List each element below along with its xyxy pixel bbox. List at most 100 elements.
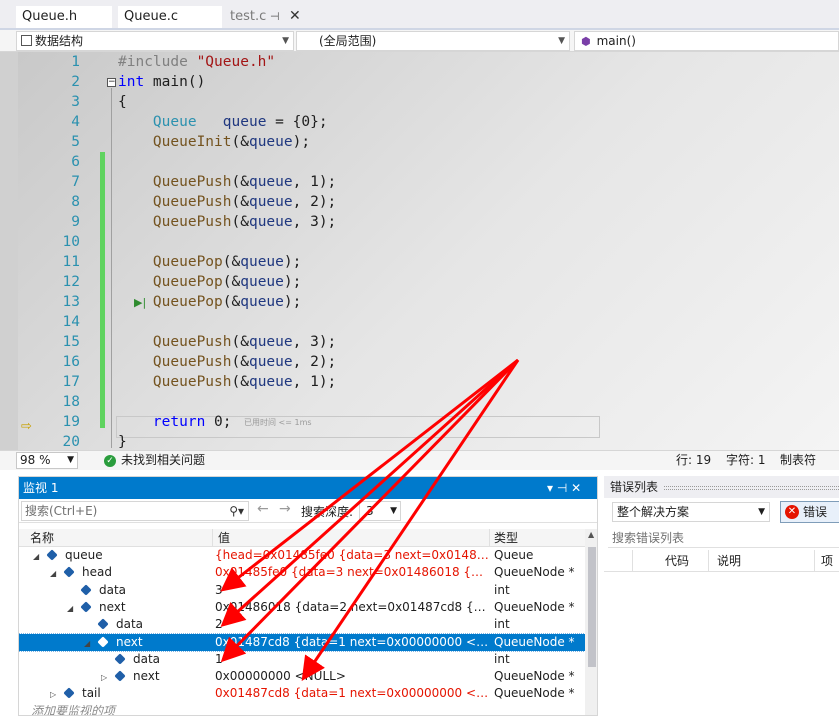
tab-queue-c[interactable]: Queue.c xyxy=(118,6,222,28)
project-icon xyxy=(21,35,32,46)
project-dropdown[interactable]: 数据结构 ▼ xyxy=(16,31,294,51)
forward-arrow-icon[interactable]: → xyxy=(279,501,291,517)
scrollbar-thumb[interactable] xyxy=(588,547,596,667)
tab-test-c[interactable]: test.c xyxy=(224,6,266,28)
code-line[interactable]: 18 xyxy=(0,392,839,412)
watch-row[interactable]: ◢ next 0x01487cd8 {data=1 next=0x00000000 … xyxy=(19,632,586,652)
code-line[interactable]: 6 xyxy=(0,152,839,172)
watch-row[interactable]: ◢ queue {head=0x01485fe0 {data=3 next=0x01… xyxy=(19,547,585,564)
drag-grip[interactable] xyxy=(664,486,839,490)
close-icon[interactable]: ✕ xyxy=(289,8,301,24)
pin-icon[interactable]: ⊣ xyxy=(270,10,280,23)
tab-mode-indicator[interactable]: 制表符 xyxy=(780,451,816,469)
code-line[interactable]: 20} xyxy=(0,432,839,450)
watch-row[interactable]: ▷ tail 0x01487cd8 {data=1 next=0x00000000 … xyxy=(19,685,585,702)
search-icon[interactable]: ⚲▾ xyxy=(229,502,244,520)
code-line[interactable]: 10 xyxy=(0,232,839,252)
error-search-input[interactable]: 搜索错误列表 xyxy=(608,528,839,548)
watch-value[interactable]: 0x00000000 <NULL> xyxy=(215,668,489,685)
vs-debugger-window: Queue.h Queue.c test.c ⊣ ✕ 数据结构 ▼ (全局范围)… xyxy=(0,0,839,716)
variable-icon xyxy=(114,653,126,665)
watch-title-bar: 监视 1 ▾ ⊣ ✕ xyxy=(19,477,597,499)
chevron-down-icon: ▼ xyxy=(282,36,289,46)
collapse-triangle-icon[interactable]: ◢ xyxy=(33,548,39,564)
search-depth-dropdown[interactable]: 3 ▼ xyxy=(359,501,401,521)
function-label: main() xyxy=(596,34,636,48)
scope-dropdown[interactable]: (全局范围) ▼ xyxy=(296,31,570,51)
code-line[interactable]: 2 int main() xyxy=(0,72,839,92)
expand-triangle-icon[interactable]: ▷ xyxy=(101,669,107,685)
column-header-item[interactable]: 项 xyxy=(818,550,833,572)
column-divider[interactable] xyxy=(212,529,213,547)
code-line[interactable]: 19 return 0; 已用时间 <= 1ms xyxy=(0,412,839,432)
watch-row[interactable]: data 3 int xyxy=(19,582,585,599)
watch-value[interactable]: 0x01487cd8 {data=1 next=0x00000000 <NULL… xyxy=(215,634,489,651)
watch-row[interactable]: ◢ next 0x01486018 {data=2 next=0x01487cd8 … xyxy=(19,599,585,616)
panel-controls[interactable]: ▾ ⊣ ✕ xyxy=(547,477,581,499)
column-divider[interactable] xyxy=(708,550,709,572)
errors-filter-button[interactable]: ✕ 错误 xyxy=(780,501,839,523)
scroll-up-icon[interactable]: ▲ xyxy=(588,530,594,539)
watch-value[interactable]: 0x01485fe0 {data=3 next=0x01486018 {data… xyxy=(215,564,489,581)
issues-status[interactable]: 未找到相关问题 xyxy=(121,451,205,469)
watch-search-input[interactable]: 搜索(Ctrl+E) ⚲▾ xyxy=(21,501,249,521)
watch-value[interactable]: 3 xyxy=(215,582,489,599)
watch-type: QueueNode * xyxy=(494,599,575,614)
tab-queue-h[interactable]: Queue.h xyxy=(16,6,112,28)
code-line[interactable]: 1 #include "Queue.h" xyxy=(0,52,839,72)
code-line[interactable]: 17 QueuePush(&queue, 1); xyxy=(0,372,839,392)
code-line[interactable]: 9 QueuePush(&queue, 3); xyxy=(0,212,839,232)
watch-value[interactable]: {head=0x01485fe0 {data=3 next=0x01486018… xyxy=(215,547,489,564)
line-number: 10 xyxy=(62,234,80,250)
watch-type: QueueNode * xyxy=(494,634,575,649)
code-line[interactable]: 3{ xyxy=(0,92,839,112)
tab-label: Queue.h xyxy=(22,9,78,24)
watch-scrollbar[interactable]: ▲ xyxy=(585,529,597,715)
add-watch-item[interactable]: 添加要监视的项 xyxy=(19,703,585,715)
watch-row[interactable]: data 2 int xyxy=(19,616,585,633)
column-header-type[interactable]: 类型 xyxy=(491,529,518,547)
line-number: 12 xyxy=(62,274,80,290)
errors-button-label: 错误 xyxy=(803,505,828,519)
watch-value[interactable]: 2 xyxy=(215,616,489,633)
collapse-triangle-icon[interactable]: ◢ xyxy=(84,635,90,651)
collapse-triangle-icon[interactable]: ◢ xyxy=(50,565,56,581)
collapse-triangle-icon[interactable]: ◢ xyxy=(67,600,73,616)
code-text: QueuePop(&queue); xyxy=(152,274,302,290)
column-header-description[interactable]: 说明 xyxy=(714,550,741,572)
watch-row[interactable]: ◢ head 0x01485fe0 {data=3 next=0x01486018 … xyxy=(19,564,585,581)
watch-row[interactable]: data 1 int xyxy=(19,651,585,668)
watch-value[interactable]: 1 xyxy=(215,651,489,668)
back-arrow-icon[interactable]: ← xyxy=(257,501,269,517)
watch-value[interactable]: 0x01487cd8 {data=1 next=0x00000000 <NULL… xyxy=(215,685,489,702)
watch-value[interactable]: 0x01486018 {data=2 next=0x01487cd8 {data… xyxy=(215,599,489,616)
column-divider[interactable] xyxy=(814,550,815,572)
column-divider[interactable] xyxy=(632,550,633,572)
code-line[interactable]: 16 QueuePush(&queue, 2); xyxy=(0,352,839,372)
code-line[interactable]: 8 QueuePush(&queue, 2); xyxy=(0,192,839,212)
code-line[interactable]: 14 xyxy=(0,312,839,332)
expand-triangle-icon[interactable]: ▷ xyxy=(50,686,56,702)
error-scope-dropdown[interactable]: 整个解决方案 ▼ xyxy=(612,502,770,522)
column-header-value[interactable]: 值 xyxy=(215,529,230,547)
code-line[interactable]: 7 QueuePush(&queue, 1); xyxy=(0,172,839,192)
column-header-name[interactable]: 名称 xyxy=(27,529,54,547)
code-line[interactable]: 12 QueuePop(&queue); xyxy=(0,272,839,292)
variable-icon xyxy=(97,618,109,630)
code-line[interactable]: 11 QueuePop(&queue); xyxy=(0,252,839,272)
watch-row[interactable]: ▷ next 0x00000000 <NULL> QueueNode * xyxy=(19,668,585,685)
search-depth-value: 3 xyxy=(366,504,374,518)
variable-icon xyxy=(97,635,109,648)
code-text: QueuePush(&queue, 2); xyxy=(152,194,337,210)
code-line[interactable]: 15 QueuePush(&queue, 3); xyxy=(0,332,839,352)
line-number: 2 xyxy=(71,74,80,90)
code-line[interactable]: 13 QueuePop(&queue); xyxy=(0,292,839,312)
error-scope-label: 整个解决方案 xyxy=(617,505,690,519)
zoom-dropdown[interactable]: 98 % ▼ xyxy=(16,452,78,469)
column-divider[interactable] xyxy=(489,529,490,547)
code-editor[interactable]: − ⇨ ▶| 1 #include "Queue.h" 2 int main() 3{4… xyxy=(0,52,839,450)
code-line[interactable]: 4 Queue queue = {0}; xyxy=(0,112,839,132)
function-dropdown[interactable]: ⬢ main() xyxy=(574,31,839,51)
column-header-code[interactable]: 代码 xyxy=(662,550,689,572)
code-line[interactable]: 5 QueueInit(&queue); xyxy=(0,132,839,152)
